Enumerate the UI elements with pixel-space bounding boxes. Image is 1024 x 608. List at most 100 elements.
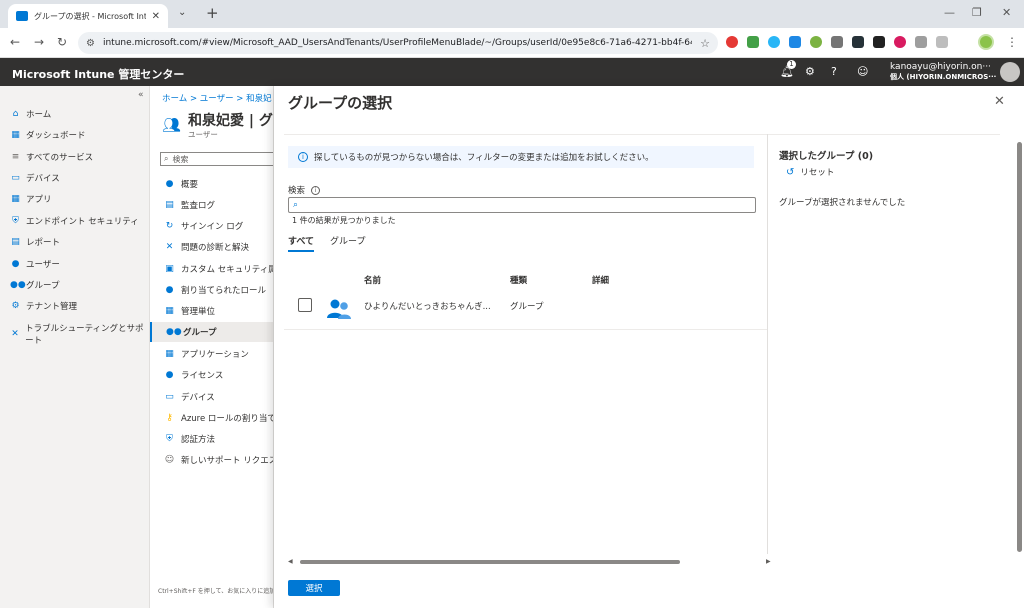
menu-item-label: カスタム セキュリティ属性 [181, 265, 273, 275]
extension-icon[interactable] [810, 36, 822, 48]
menu-item-signin-logs[interactable]: ↻ サインイン ログ [164, 220, 243, 232]
nav-item-label: テナント管理 [26, 302, 78, 312]
user-group-icon: 👥︎ [162, 116, 182, 134]
report-icon: ▤ [11, 237, 20, 247]
account-info[interactable]: kanoayu@hiyorin.on··· 個人 (HIYORIN.ONMICR… [890, 62, 996, 82]
scroll-right-icon[interactable]: ▶ [766, 558, 771, 565]
intune-favicon-icon [16, 11, 28, 21]
menu-search-input[interactable]: ⌕ 検索 [160, 152, 273, 166]
menu-item-diagnose[interactable]: ✕ 問題の診断と解決 [164, 241, 249, 253]
menu-item-groups[interactable]: ●● グループ [150, 322, 273, 342]
menu-item-custom-security[interactable]: ▣ カスタム セキュリティ属性 [164, 263, 273, 275]
restore-icon[interactable]: ❐ [972, 6, 982, 19]
back-icon[interactable]: ← [10, 35, 20, 49]
puzzle-icon[interactable] [915, 36, 927, 48]
nav-item-label: ダッシュボード [26, 131, 86, 141]
menu-item-overview[interactable]: ● 概要 [164, 178, 198, 190]
menu-item-devices[interactable]: ▭ デバイス [164, 391, 215, 403]
shield-icon: ⛨ [12, 216, 19, 226]
nav-item-troubleshooting[interactable]: ✕ トラブルシューティングとサポート [10, 322, 149, 346]
scrollbar-thumb[interactable] [300, 560, 680, 564]
extension-icon[interactable] [852, 36, 864, 48]
reload-icon[interactable]: ↻ [57, 35, 67, 49]
extension-icon[interactable] [873, 36, 885, 48]
search-input[interactable]: ⌕ [288, 197, 756, 213]
scroll-left-icon[interactable]: ◀ [288, 558, 293, 565]
nav-item-tenant-admin[interactable]: ⚙ テナント管理 [10, 300, 77, 312]
menu-item-label: 認証方法 [181, 435, 216, 445]
nav-item-devices[interactable]: ▭ デバイス [10, 172, 60, 184]
vertical-scrollbar[interactable] [1016, 138, 1022, 554]
scrollbar-thumb[interactable] [1017, 142, 1022, 552]
reset-button[interactable]: ↺ リセット [786, 166, 834, 179]
menu-item-audit-logs[interactable]: ▤ 監査ログ [164, 199, 215, 211]
select-button[interactable]: 選択 [288, 580, 340, 596]
gear-icon[interactable]: ⚙ [805, 65, 815, 78]
nav-item-dashboard[interactable]: ▦ ダッシュボード [10, 129, 86, 141]
menu-item-support-request[interactable]: ☺ 新しいサポート リクエスト [164, 454, 273, 466]
column-header-details[interactable]: 詳細 [592, 274, 609, 286]
tab-all[interactable]: すべて [288, 234, 315, 252]
site-info-icon[interactable]: ⚙ [86, 38, 95, 49]
browser-profile-icon[interactable] [978, 34, 994, 50]
row-checkbox[interactable] [298, 298, 312, 312]
horizontal-scrollbar[interactable]: ◀ ▶ [288, 558, 774, 566]
column-header-name[interactable]: 名前 [364, 274, 381, 286]
tab-groups[interactable]: グループ [330, 234, 365, 252]
side-panel-icon[interactable] [936, 36, 948, 48]
signin-icon: ↻ [165, 221, 174, 231]
portal-title[interactable]: Microsoft Intune 管理センター [12, 66, 184, 82]
extension-icon[interactable] [894, 36, 906, 48]
row-name[interactable]: ひよりんだいとっきおちゃんぎ... [364, 300, 491, 312]
nav-item-home[interactable]: ⌂ ホーム [10, 108, 52, 120]
nav-item-users[interactable]: ● ユーザー [10, 258, 60, 270]
close-tab-icon[interactable]: ✕ [152, 11, 160, 22]
help-icon[interactable]: ? [831, 65, 837, 78]
nav-item-label: ホーム [26, 110, 52, 120]
avatar[interactable] [1000, 62, 1020, 82]
info-icon[interactable]: i [311, 185, 321, 195]
menu-item-label: 割り当てられたロール [181, 286, 267, 296]
tab-title: グループの選択 - Microsoft Intune [34, 11, 146, 21]
group-icon: ●● [166, 327, 182, 337]
forward-icon[interactable]: → [34, 35, 44, 49]
minimize-icon[interactable]: — [944, 6, 955, 19]
menu-item-applications[interactable]: ▦ アプリケーション [164, 348, 249, 360]
role-icon: ● [165, 285, 174, 295]
feedback-icon[interactable]: ☺ [857, 65, 868, 78]
close-window-icon[interactable]: ✕ [1002, 6, 1011, 19]
extension-icon[interactable] [726, 36, 738, 48]
shield-icon: ⛨ [166, 434, 173, 444]
extension-icon[interactable] [789, 36, 801, 48]
extension-icon[interactable] [768, 36, 780, 48]
close-icon[interactable]: ✕ [994, 94, 1005, 109]
browser-menu-icon[interactable]: ⋮ [1006, 35, 1018, 49]
chevron-down-icon[interactable]: ⌄ [178, 7, 186, 18]
nav-item-label: トラブルシューティングとサポート [25, 324, 144, 346]
bookmark-star-icon[interactable]: ☆ [700, 37, 710, 50]
collapse-nav-icon[interactable]: « [138, 90, 144, 100]
nav-item-label: デバイス [26, 174, 60, 184]
column-header-type[interactable]: 種類 [510, 274, 527, 286]
nav-item-all-services[interactable]: ≡ すべてのサービス [10, 151, 93, 163]
breadcrumb[interactable]: ホーム > ユーザー > 和泉妃 [162, 92, 272, 104]
key-icon: ⚷ [166, 413, 173, 423]
search-label: 検索 i [288, 184, 321, 196]
new-tab-icon[interactable]: + [206, 4, 219, 22]
menu-item-licenses[interactable]: ● ライセンス [164, 369, 224, 381]
menu-item-auth-methods[interactable]: ⛨ 認証方法 [164, 433, 215, 445]
menu-item-admin-units[interactable]: ▦ 管理単位 [164, 305, 215, 317]
address-bar[interactable]: ⚙ intune.microsoft.com/#view/Microsoft_A… [78, 32, 718, 54]
extension-icon[interactable] [831, 36, 843, 48]
menu-item-azure-roles[interactable]: ⚷ Azure ロールの割り当て [164, 412, 273, 424]
menu-item-assigned-roles[interactable]: ● 割り当てられたロール [164, 284, 266, 296]
nav-item-reports[interactable]: ▤ レポート [10, 236, 60, 248]
nav-item-apps[interactable]: ▦ アプリ [10, 193, 51, 205]
row-type: グループ [510, 302, 544, 312]
browser-tab[interactable]: グループの選択 - Microsoft Intune ✕ [8, 4, 168, 28]
nav-item-groups[interactable]: ●● グループ [10, 279, 60, 291]
apps-icon: ▦ [11, 194, 20, 204]
menu-item-label: 新しいサポート リクエスト [181, 456, 273, 466]
extension-icon[interactable] [747, 36, 759, 48]
nav-item-endpoint-security[interactable]: ⛨ エンドポイント セキュリティ [10, 215, 139, 227]
